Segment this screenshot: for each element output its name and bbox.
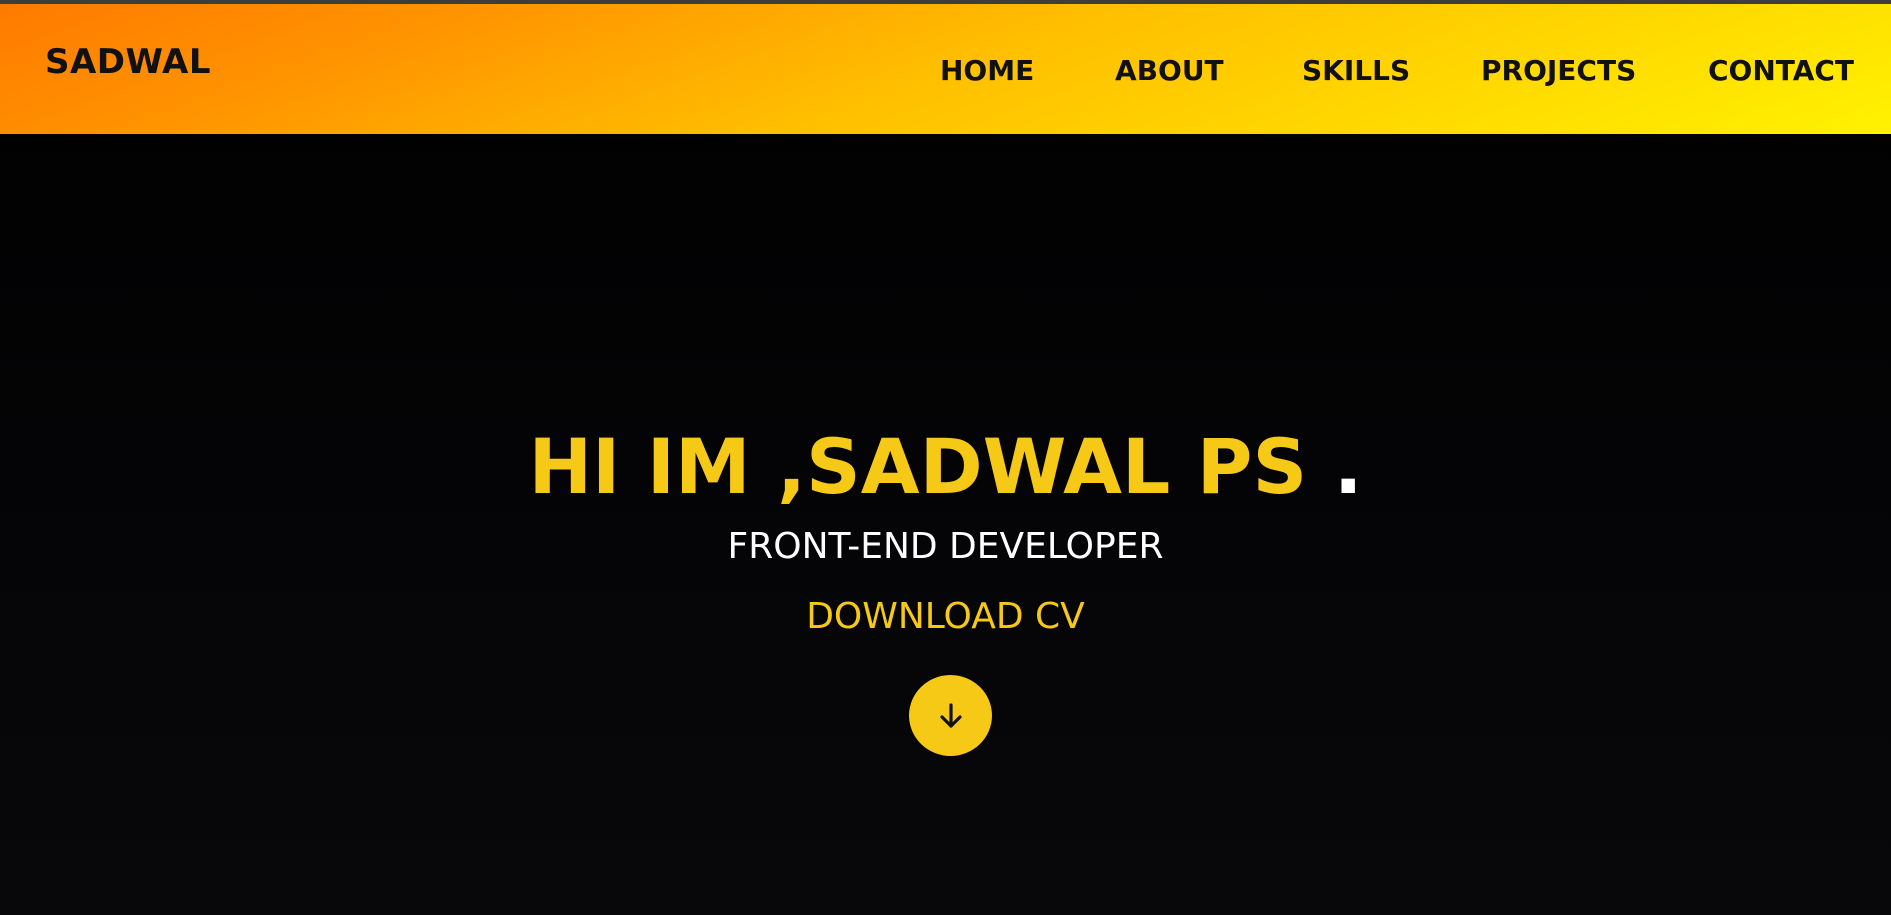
download-cv-link[interactable]: DOWNLOAD CV bbox=[806, 596, 1085, 637]
hero-title-name: HI IM ,SADWAL PS bbox=[528, 422, 1308, 511]
nav-about[interactable]: ABOUT bbox=[1115, 54, 1224, 87]
hero-title-dot: . bbox=[1333, 422, 1363, 511]
nav-home[interactable]: HOME bbox=[940, 54, 1034, 87]
nav-skills[interactable]: SKILLS bbox=[1302, 54, 1410, 87]
hero-title: HI IM ,SADWAL PS . bbox=[0, 422, 1891, 512]
scroll-down-button[interactable] bbox=[909, 675, 992, 756]
nav-projects[interactable]: PROJECTS bbox=[1481, 54, 1636, 87]
nav-contact[interactable]: CONTACT bbox=[1708, 54, 1854, 87]
hero-subtitle: FRONT-END DEVELOPER bbox=[727, 526, 1164, 567]
download-cv-row: DOWNLOAD CV bbox=[0, 596, 1891, 637]
brand-logo[interactable]: SADWAL bbox=[45, 42, 211, 82]
page: SADWAL HOME ABOUT SKILLS PROJECTS CONTAC… bbox=[0, 0, 1891, 915]
arrow-down-icon bbox=[939, 702, 962, 728]
navbar: SADWAL HOME ABOUT SKILLS PROJECTS CONTAC… bbox=[0, 4, 1891, 134]
